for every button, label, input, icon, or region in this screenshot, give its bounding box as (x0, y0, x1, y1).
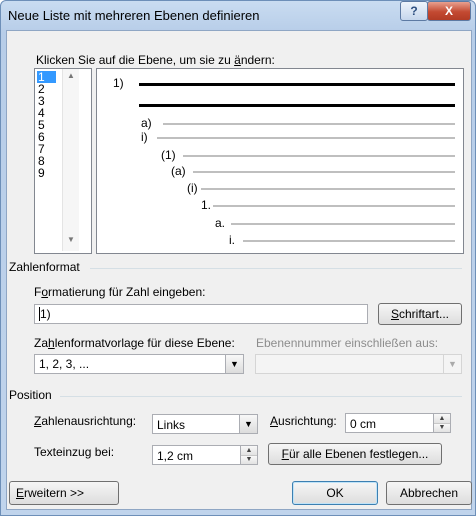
chevron-down-icon: ▼ (443, 355, 461, 373)
preview-level-label: a) (141, 116, 152, 130)
aligned-at-spinner[interactable]: 0 cm ▲ ▼ (345, 413, 451, 433)
aligned-at-label: Ausrichtung: (270, 414, 337, 428)
aligned-at-spin-buttons[interactable]: ▲ ▼ (433, 414, 450, 432)
spin-up-icon[interactable]: ▲ (241, 446, 257, 456)
preview-text-line (193, 171, 455, 173)
number-format-group-label: Zahlenformat (9, 260, 80, 274)
include-level-dropdown: ▼ (255, 354, 462, 374)
aligned-at-value: 0 cm (350, 417, 377, 431)
preview-level-label: (a) (171, 164, 186, 178)
preview-text-line (157, 137, 455, 139)
format-input-label: Formatierung für Zahl eingeben: (34, 285, 206, 299)
preview-text-line (201, 188, 455, 190)
chevron-down-icon[interactable]: ▼ (225, 355, 243, 373)
help-icon: ? (410, 4, 418, 18)
preview-level-label: a. (215, 216, 226, 230)
spin-down-icon[interactable]: ▼ (241, 455, 257, 464)
text-indent-value: 1,2 cm (157, 449, 194, 463)
preview-level-label: (1) (161, 148, 176, 162)
include-level-label: Ebenennummer einschließen aus: (256, 336, 439, 350)
title-bar: Neue Liste mit mehreren Ebenen definiere… (0, 0, 474, 30)
more-button[interactable]: Erweitern >> (9, 481, 119, 505)
cancel-button[interactable]: Abbrechen (386, 481, 472, 505)
ok-button[interactable]: OK (292, 481, 378, 505)
preview-text-line (213, 205, 455, 207)
window-title: Neue Liste mit mehreren Ebenen definiere… (8, 8, 260, 23)
format-input[interactable]: 1) (34, 304, 368, 324)
set-for-all-levels-button[interactable]: Für alle Ebenen festlegen... (268, 443, 442, 465)
preview-level-label: 1) (113, 76, 124, 90)
position-group-label: Position (9, 388, 52, 402)
preview-text-line (231, 223, 455, 225)
number-style-dropdown[interactable]: 1, 2, 3, ... ▼ (34, 354, 244, 374)
chevron-down-icon[interactable]: ▼ (239, 415, 257, 433)
number-style-value: 1, 2, 3, ... (39, 357, 90, 371)
font-button[interactable]: Schriftart... (378, 303, 462, 325)
preview-text-line (139, 83, 455, 86)
scroll-up-icon[interactable]: ▲ (63, 71, 79, 80)
number-format-group-line (90, 268, 462, 269)
spin-up-icon[interactable]: ▲ (434, 414, 450, 424)
preview-text-line (183, 155, 455, 157)
preview-level-label: (i) (187, 181, 198, 195)
level-item-9[interactable]: 9 (37, 167, 56, 179)
number-alignment-label: Zahlenausrichtung: (34, 414, 137, 428)
position-group-line (60, 396, 462, 397)
spin-down-icon[interactable]: ▼ (434, 423, 450, 432)
number-alignment-value: Links (157, 418, 186, 432)
text-indent-spin-buttons[interactable]: ▲ ▼ (240, 446, 257, 464)
level-scrollbar[interactable]: ▲ ▼ (62, 69, 79, 251)
preview-level-label: i) (141, 130, 148, 144)
preview-text-line (163, 123, 455, 125)
text-indent-label: Texteinzug bei: (34, 445, 115, 459)
help-button[interactable]: ? (400, 1, 428, 21)
close-button[interactable]: X (427, 1, 471, 21)
level-select-label: Klicken Sie auf die Ebene, um sie zu änd… (36, 53, 275, 67)
scroll-down-icon[interactable]: ▼ (63, 235, 79, 244)
preview-level-label: 1. (201, 198, 212, 212)
preview-text-line (139, 104, 455, 107)
style-label: Zahlenformatvorlage für diese Ebene: (34, 336, 235, 350)
close-icon: X (444, 4, 453, 18)
preview-text-line (243, 240, 455, 242)
text-indent-spinner[interactable]: 1,2 cm ▲ ▼ (152, 445, 258, 465)
level-preview: 1) a) i) (1) (a) (i) 1. a. i. (96, 68, 464, 254)
number-alignment-dropdown[interactable]: Links ▼ (152, 414, 258, 434)
preview-level-label: i. (229, 233, 235, 247)
